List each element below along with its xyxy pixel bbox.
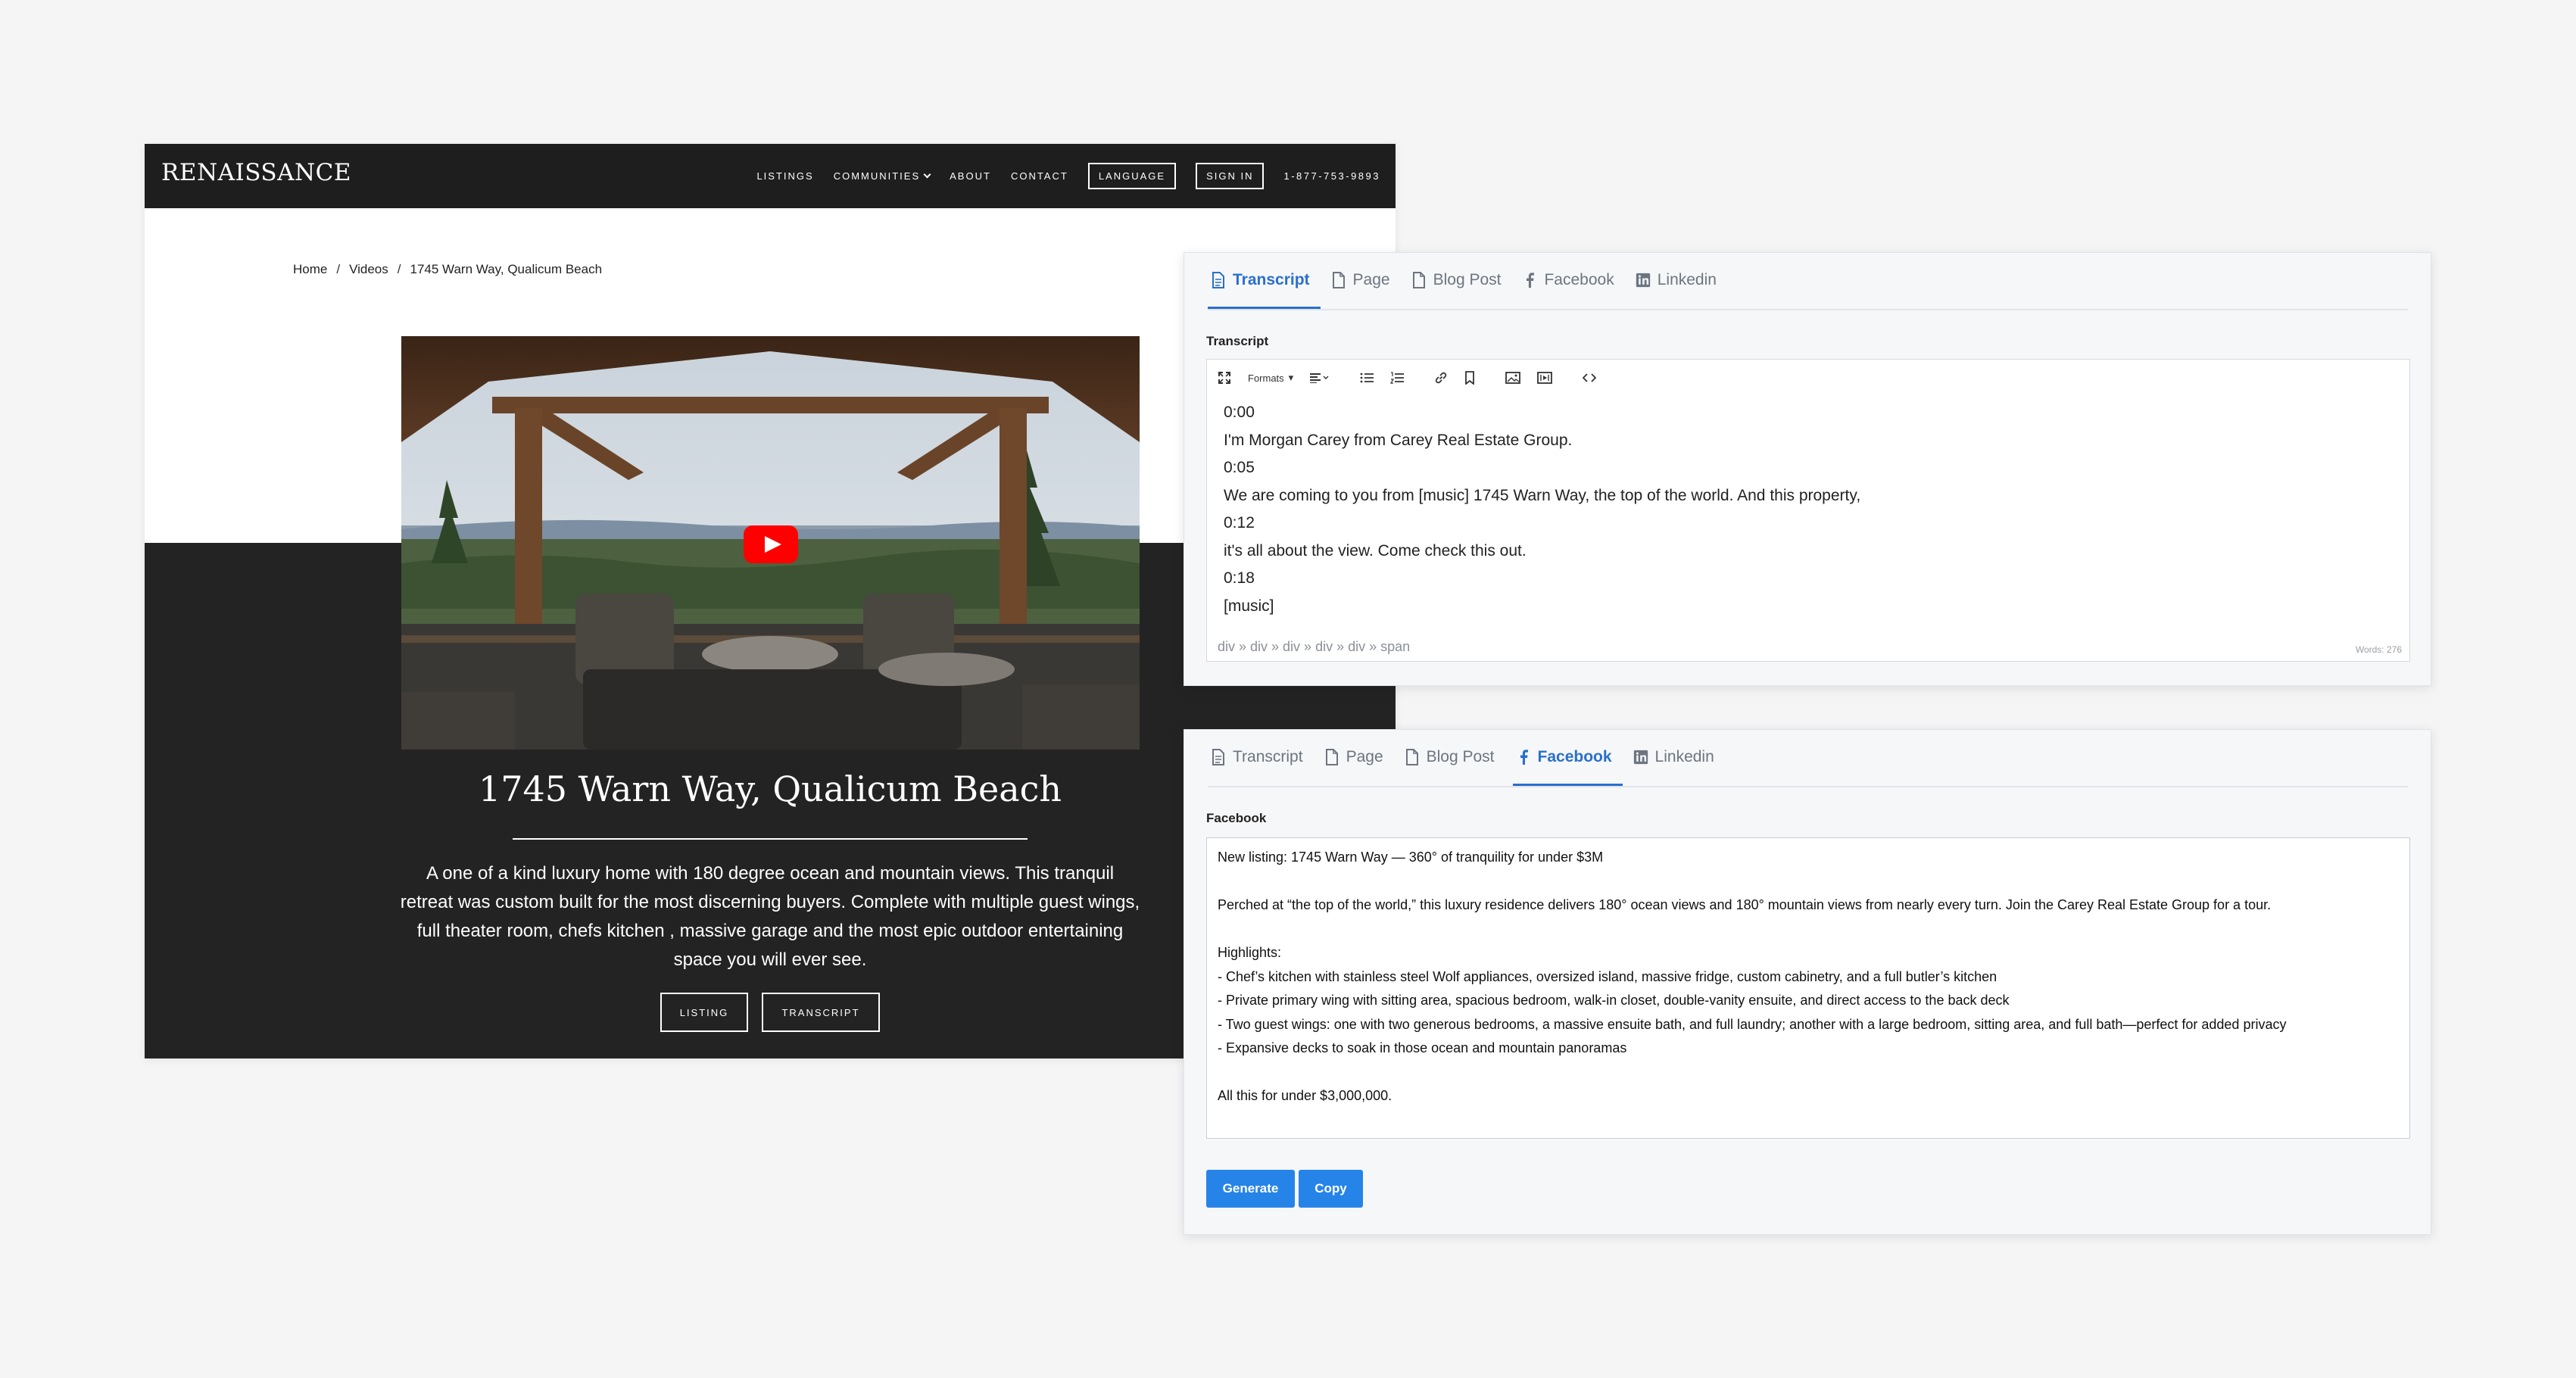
align-icon[interactable] (1310, 373, 1330, 383)
document-icon (1212, 748, 1224, 765)
tab-transcript[interactable]: Transcript (1208, 730, 1314, 786)
breadcrumb-separator: / (336, 262, 341, 276)
tab-page[interactable]: Page (1328, 253, 1401, 309)
breadcrumb-separator: / (397, 262, 401, 276)
breadcrumb-videos[interactable]: Videos (349, 262, 388, 277)
linkedin-icon (1633, 750, 1648, 764)
nav-listings[interactable]: LISTINGS (756, 170, 813, 182)
facebook-icon (1520, 749, 1528, 765)
tab-transcript[interactable]: Transcript (1208, 253, 1321, 309)
main-nav: LISTINGS COMMUNITIES ABOUT CONTACT LANGU… (756, 144, 1380, 208)
tab-label: Blog Post (1426, 747, 1495, 765)
facebook-post-text: New listing: 1745 Warn Way — 360° of tra… (1218, 850, 2287, 1103)
link-icon[interactable] (1434, 371, 1448, 385)
transcript-line: 0:00 (1224, 404, 1255, 421)
chevron-down-icon (923, 170, 931, 179)
media-icon[interactable] (1537, 372, 1553, 384)
transcript-line: [music] (1224, 597, 1274, 615)
tab-label: Facebook (1544, 270, 1614, 288)
transcript-panel: Transcript Page Blog Post Facebook Linke… (1184, 252, 2431, 686)
tab-facebook[interactable]: Facebook (1512, 730, 1623, 786)
element-path: div » div » div » div » div » span (1218, 639, 1411, 654)
bullet-list-icon[interactable] (1360, 372, 1374, 384)
facebook-post-textarea[interactable]: New listing: 1745 Warn Way — 360° of tra… (1206, 837, 2410, 1139)
tab-label: Facebook (1537, 747, 1612, 765)
transcript-line: We are coming to you from [music] 1745 W… (1224, 486, 1861, 504)
editor-toolbar: Formats ▾ (1207, 360, 2409, 396)
chevron-down-icon: ▾ (1288, 372, 1294, 383)
facebook-label: Facebook (1206, 811, 1267, 825)
phone-link[interactable]: 1-877-753-9893 (1283, 170, 1380, 182)
brand-logo[interactable]: RENAISSANCE (161, 159, 351, 186)
transcript-content[interactable]: 0:00 I'm Morgan Carey from Carey Real Es… (1224, 399, 2390, 620)
video-player[interactable] (401, 336, 1140, 750)
formats-label: Formats (1248, 372, 1284, 384)
page-icon (1412, 271, 1425, 288)
fullscreen-icon[interactable] (1218, 371, 1231, 385)
tab-label: Transcript (1233, 270, 1310, 288)
site-header: RENAISSANCE LISTINGS COMMUNITIES ABOUT C… (145, 144, 1396, 208)
copy-button[interactable]: Copy (1299, 1170, 1363, 1208)
youtube-play-icon[interactable] (744, 525, 798, 563)
nav-contact[interactable]: CONTACT (1011, 170, 1068, 182)
page-icon (1325, 748, 1338, 765)
content-tabs: Transcript Page Blog Post Facebook Linke… (1208, 253, 2408, 310)
title-divider (513, 838, 1028, 840)
breadcrumb: Home / Videos / 1745 Warn Way, Qualicum … (293, 262, 602, 277)
tab-label: Transcript (1233, 747, 1303, 765)
sign-in-button[interactable]: SIGN IN (1196, 163, 1265, 189)
transcript-line: I'm Morgan Carey from Carey Real Estate … (1224, 431, 1573, 449)
tab-page[interactable]: Page (1321, 730, 1394, 786)
tab-label: Page (1352, 270, 1390, 288)
nav-communities[interactable]: COMMUNITIES (833, 170, 931, 182)
transcript-line: 0:12 (1224, 514, 1255, 532)
content-tabs: Transcript Page Blog Post Facebook Linke… (1208, 730, 2408, 787)
linkedin-icon (1636, 273, 1650, 287)
image-icon[interactable] (1505, 372, 1521, 384)
transcript-line: 0:18 (1224, 569, 1255, 587)
formats-dropdown[interactable]: Formats ▾ (1248, 372, 1293, 384)
page-icon (1332, 271, 1345, 288)
tab-linkedin[interactable]: Linkedin (1630, 730, 1725, 786)
tab-label: Linkedin (1657, 270, 1717, 288)
breadcrumb-home[interactable]: Home (293, 262, 327, 277)
transcript-line: it's all about the view. Come check this… (1224, 541, 1527, 560)
tab-label: Linkedin (1654, 747, 1714, 765)
language-button[interactable]: LANGUAGE (1087, 163, 1177, 189)
bookmark-icon[interactable] (1464, 371, 1475, 385)
document-icon (1212, 271, 1224, 288)
listing-button[interactable]: LISTING (660, 993, 748, 1032)
tab-label: Page (1346, 747, 1383, 765)
tab-linkedin[interactable]: Linkedin (1633, 253, 1727, 309)
generate-button[interactable]: Generate (1206, 1170, 1295, 1208)
tab-blog-post[interactable]: Blog Post (1402, 730, 1505, 786)
numbered-list-icon[interactable] (1390, 372, 1405, 384)
transcript-editor[interactable]: Formats ▾ 0:00 I'm Morgan Carey from Car… (1206, 359, 2410, 662)
transcript-line: 0:05 (1224, 459, 1255, 476)
word-count: Words: 276 (2355, 644, 2402, 655)
transcript-button[interactable]: TRANSCRIPT (762, 993, 880, 1032)
nav-communities-label: COMMUNITIES (833, 170, 921, 182)
transcript-label: Transcript (1206, 334, 1269, 348)
tab-blog-post[interactable]: Blog Post (1408, 253, 1512, 309)
code-icon[interactable] (1583, 373, 1597, 383)
facebook-icon (1527, 272, 1535, 288)
tab-facebook[interactable]: Facebook (1519, 253, 1624, 309)
nav-about[interactable]: ABOUT (950, 170, 991, 182)
facebook-panel: Transcript Page Blog Post Facebook Linke… (1184, 729, 2431, 1235)
property-description: A one of a kind luxury home with 180 deg… (400, 863, 1140, 970)
tab-label: Blog Post (1433, 270, 1502, 288)
page-icon (1405, 748, 1418, 765)
breadcrumb-current: 1745 Warn Way, Qualicum Beach (410, 262, 603, 276)
